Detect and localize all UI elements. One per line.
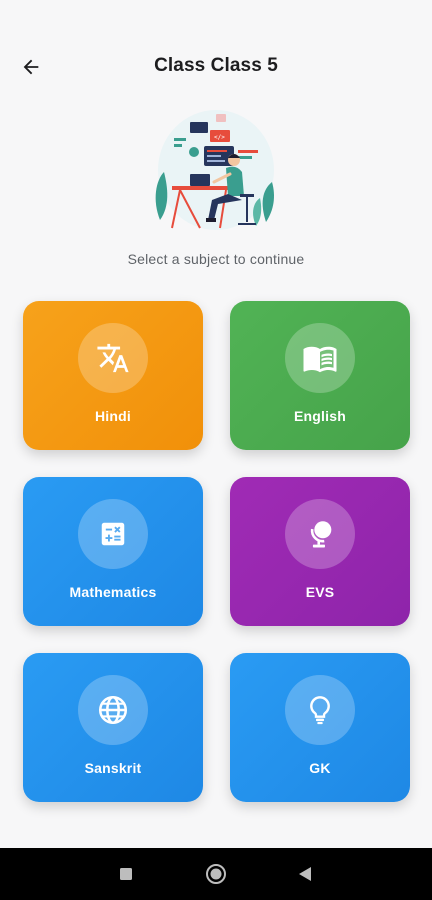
subject-card-evs[interactable]: EVS: [230, 477, 410, 626]
subject-card-mathematics[interactable]: Mathematics: [23, 477, 203, 626]
icon-circle: [78, 323, 148, 393]
subject-label: GK: [309, 760, 331, 776]
book-icon: [303, 346, 337, 373]
status-bar: [0, 0, 432, 36]
page-title: Class Class 5: [154, 55, 278, 76]
system-nav-bar: [0, 848, 432, 900]
subject-label: Hindi: [95, 408, 131, 424]
svg-text:</>: </>: [214, 134, 225, 141]
icon-circle: [285, 675, 355, 745]
icon-circle: [285, 323, 355, 393]
subject-label: Sanskrit: [84, 760, 142, 776]
translate-icon: [97, 343, 129, 373]
subtitle: Select a subject to continue: [127, 251, 305, 267]
recents-square-icon: [120, 868, 132, 880]
lightbulb-icon: [310, 696, 330, 725]
subject-card-gk[interactable]: GK: [230, 653, 410, 802]
subject-card-hindi[interactable]: Hindi: [23, 301, 203, 450]
icon-circle: [78, 675, 148, 745]
icon-circle: [285, 499, 355, 569]
back-nav-button[interactable]: [293, 862, 317, 886]
icon-circle: [78, 499, 148, 569]
subject-card-english[interactable]: English: [230, 301, 410, 450]
back-triangle-icon: [299, 867, 311, 881]
recents-button[interactable]: [114, 862, 138, 886]
subject-card-sanskrit[interactable]: Sanskrit: [23, 653, 203, 802]
subject-label: English: [294, 408, 346, 424]
globe-stand-icon: [310, 521, 332, 548]
home-circle-icon: [206, 864, 226, 884]
subject-label: EVS: [305, 584, 335, 600]
app-bar: Class Class 5: [0, 36, 432, 98]
subject-label: Mathematics: [69, 584, 157, 600]
hero-illustration: </>: [150, 108, 282, 236]
globe-icon: [98, 695, 128, 725]
calculator-icon: [101, 522, 125, 546]
home-button[interactable]: [204, 862, 228, 886]
